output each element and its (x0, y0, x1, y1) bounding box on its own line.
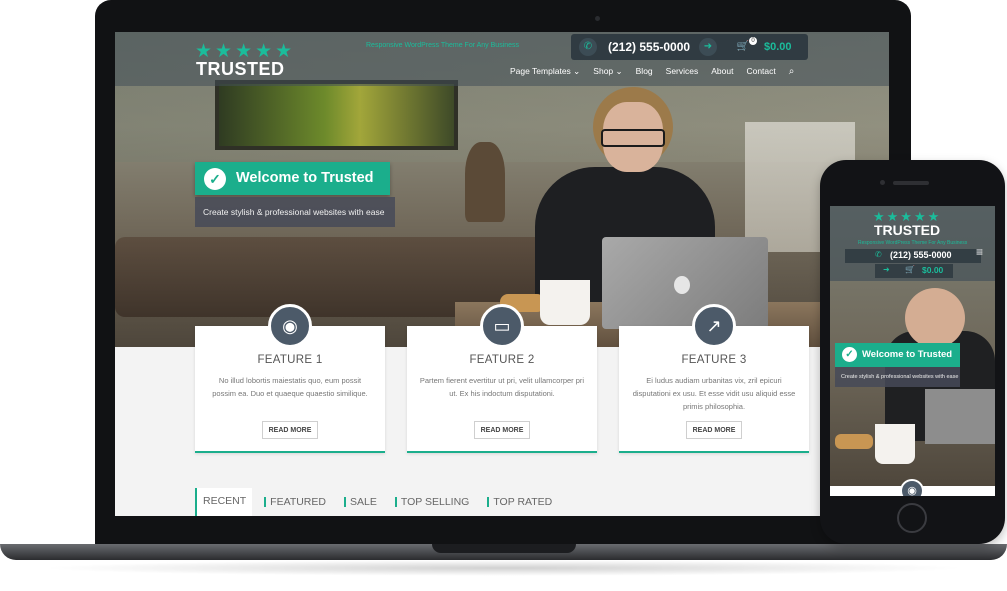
read-more-button[interactable]: READ MORE (262, 421, 318, 439)
product-tabs: RECENT FEATURED SALE TOP SELLING TOP RAT… (195, 488, 570, 516)
laptop-notch (432, 544, 576, 553)
tab-sale[interactable]: SALE (343, 496, 377, 508)
tab-recent[interactable]: RECENT (195, 488, 253, 516)
mobile-hero-subtitle: Create stylish & professional websites w… (835, 367, 960, 387)
mobile-screen: ★★★★★ TRUSTED Responsive WordPress Theme… (830, 206, 995, 496)
site-header: ★★★★★ TRUSTED Responsive WordPress Theme… (115, 32, 889, 86)
check-icon: ✓ (842, 347, 857, 362)
hero-title-box: ✓ Welcome to Trusted (195, 162, 390, 195)
mobile-hero-title: Welcome to Trusted (862, 349, 953, 360)
sign-in-icon[interactable]: ➜ (883, 265, 890, 274)
nav-item-contact[interactable]: Contact (746, 66, 775, 77)
feature-title: FEATURE 1 (257, 354, 323, 366)
camera-icon: ◉ (268, 304, 312, 348)
main-nav: Page Templates ⌄ Shop ⌄ Blog Services Ab… (510, 66, 794, 77)
site-tagline: Responsive WordPress Theme For Any Busin… (366, 42, 520, 49)
phone-camera (880, 180, 885, 185)
mobile-phone[interactable]: (212) 555-0000 (890, 250, 952, 260)
cart-count-badge: 0 (749, 37, 757, 45)
sign-in-icon[interactable]: ➜ (699, 38, 717, 56)
feature-title: FEATURE 2 (469, 354, 535, 366)
hamburger-menu-icon[interactable]: ≡ (976, 245, 983, 259)
nav-item-blog[interactable]: Blog (636, 66, 653, 77)
camera-icon: ◉ (900, 479, 924, 496)
rocket-icon: ↗ (692, 304, 736, 348)
feature-card-2: ▭ FEATURE 2 Partem fierent evertitur ut … (407, 304, 597, 453)
read-more-button[interactable]: READ MORE (686, 421, 742, 439)
coffee-mug (540, 280, 590, 325)
phone-icon: ✆ (875, 250, 882, 259)
laptop-shadow (40, 560, 967, 576)
cart-icon[interactable]: 🛒 (905, 265, 915, 274)
feature-text: Partem fierent evertitur ut pri, velit u… (419, 376, 585, 398)
tab-label: FEATURED (270, 496, 326, 508)
hero-subtitle: Create stylish & professional websites w… (195, 197, 395, 227)
phone-icon: ✆ (579, 38, 597, 56)
hero-title: Welcome to Trusted (236, 170, 374, 186)
mobile-header: ★★★★★ TRUSTED Responsive WordPress Theme… (830, 206, 995, 281)
phone-speaker (893, 181, 929, 185)
tab-featured[interactable]: FEATURED (264, 496, 326, 508)
phone-home-button[interactable] (897, 503, 927, 533)
header-phone[interactable]: (212) 555-0000 (608, 40, 690, 54)
nav-item-page-templates[interactable]: Page Templates ⌄ (510, 66, 580, 77)
desktop-screen: ★★★★★ TRUSTED Responsive WordPress Theme… (115, 32, 889, 516)
tab-label: TOP SELLING (400, 496, 470, 508)
tab-label: SALE (349, 496, 377, 508)
feature-card-1: ◉ FEATURE 1 No illud lobortis maiestatis… (195, 304, 385, 453)
feature-text: No illud lobortis maiestatis quo, eum po… (212, 376, 368, 398)
mobile-site-logo[interactable]: TRUSTED (874, 222, 940, 238)
nav-item-services[interactable]: Services (666, 66, 699, 77)
feature-text: Ei ludus audiam urbanitas vix, zril epic… (632, 376, 796, 411)
mobile-cart-total[interactable]: $0.00 (922, 265, 943, 275)
tab-top-rated[interactable]: TOP RATED (487, 496, 552, 508)
header-contact-bar: ✆ (212) 555-0000 ➜ 🛒 0 $0.00 (571, 34, 808, 60)
mobile-cart-row: ➜ 🛒 $0.00 (875, 264, 953, 278)
wall-painting (215, 80, 458, 150)
cart-total[interactable]: $0.00 (764, 41, 792, 53)
mobile-tagline: Responsive WordPress Theme For Any Busin… (858, 240, 968, 246)
check-icon: ✓ (204, 168, 226, 190)
mobile-phone-row: ✆ (212) 555-0000 (845, 249, 981, 263)
tab-label: TOP RATED (493, 496, 553, 508)
tab-label: RECENT (203, 495, 247, 507)
nav-item-shop[interactable]: Shop ⌄ (593, 66, 622, 77)
feature-title: FEATURE 3 (681, 354, 747, 366)
read-more-button[interactable]: READ MORE (474, 421, 530, 439)
nav-item-about[interactable]: About (711, 66, 733, 77)
buddha-statue (465, 142, 505, 222)
feature-card-3: ↗ FEATURE 3 Ei ludus audiam urbanitas vi… (619, 304, 809, 453)
laptop-camera (595, 16, 600, 21)
mobile-hero-title-box: ✓ Welcome to Trusted (835, 343, 960, 367)
site-logo[interactable]: TRUSTED (196, 59, 285, 80)
tab-top-selling[interactable]: TOP SELLING (394, 496, 470, 508)
laptop-icon: ▭ (480, 304, 524, 348)
search-icon[interactable]: ⌕ (789, 66, 795, 77)
